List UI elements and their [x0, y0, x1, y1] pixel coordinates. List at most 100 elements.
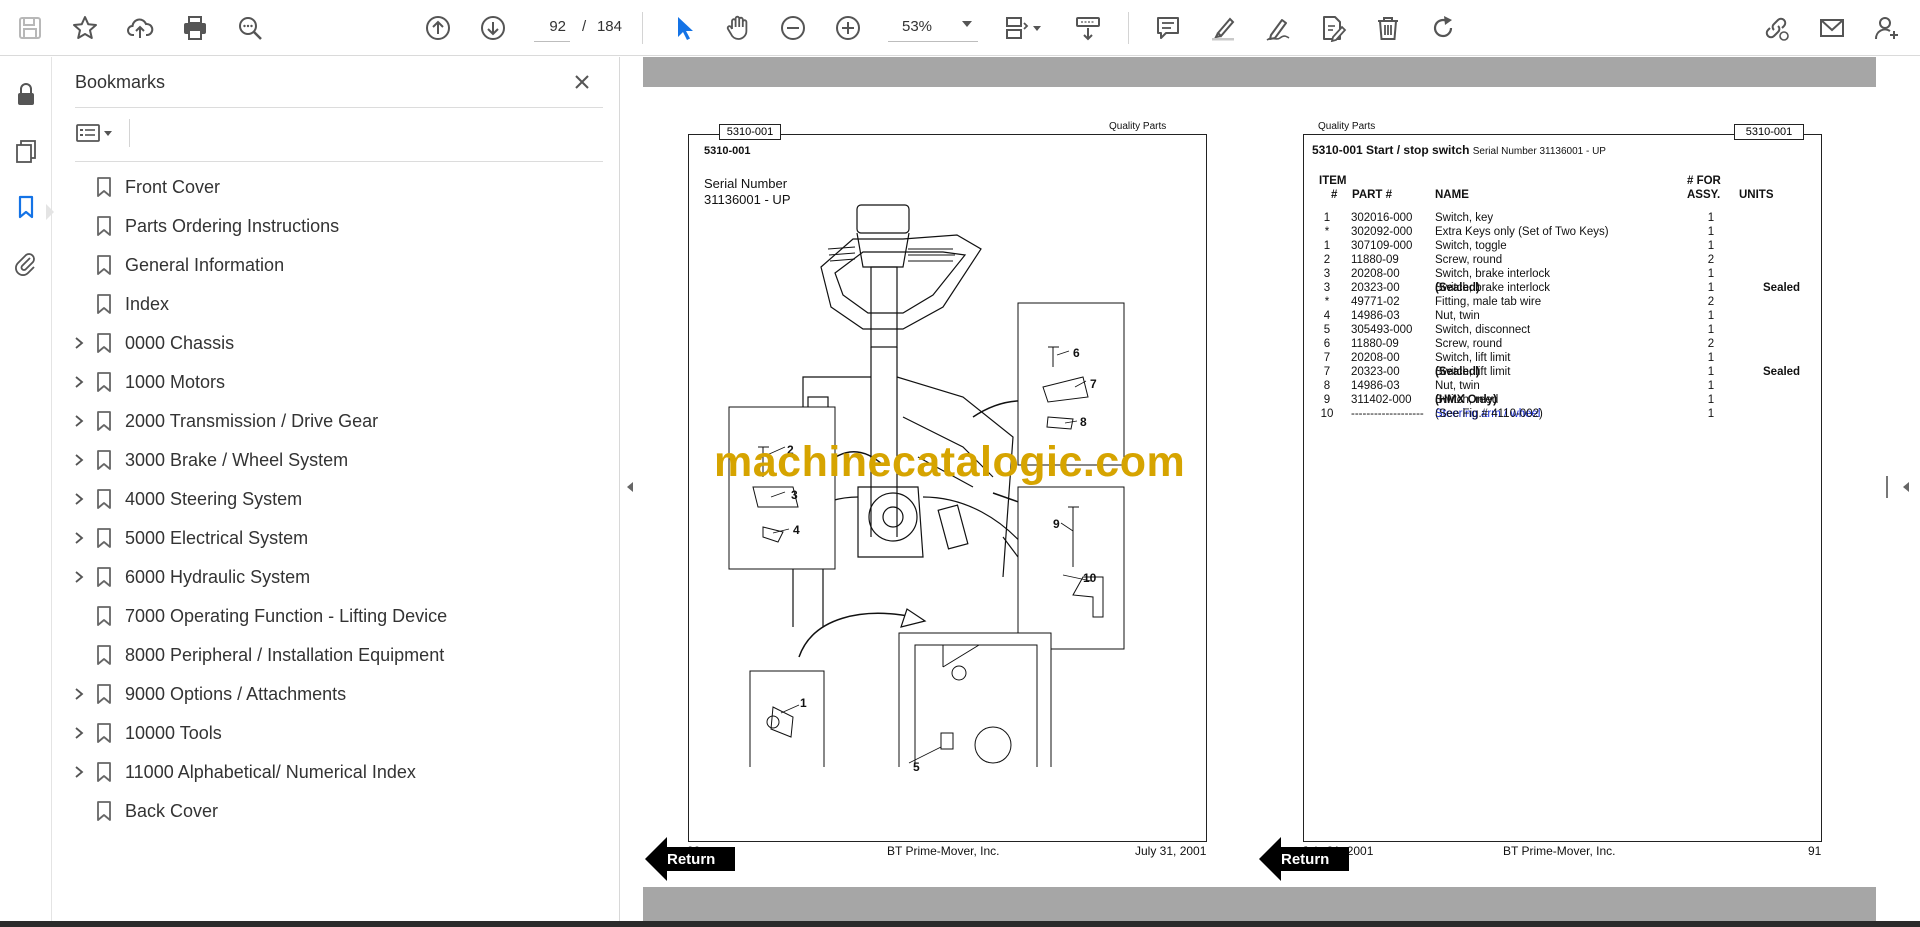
add-user-icon[interactable] [1869, 10, 1905, 46]
chevron-right-icon[interactable] [71, 335, 87, 351]
cell-quantity: 1 [1707, 324, 1715, 336]
bookmark-item[interactable]: 11000 Alphabetical/ Numerical Index [57, 752, 617, 791]
upload-cloud-icon[interactable] [122, 10, 158, 46]
cell-part-number: ------------------- [1351, 408, 1424, 420]
fit-dropdown-caret-icon[interactable] [1028, 10, 1046, 46]
collapse-left-panel-icon[interactable] [624, 478, 636, 496]
attachment-paperclip-icon[interactable] [8, 245, 44, 281]
chevron-right-icon[interactable] [71, 374, 87, 390]
chevron-right-icon[interactable] [71, 452, 87, 468]
cell-item: 2 [1323, 254, 1331, 266]
bookmark-item[interactable]: 3000 Brake / Wheel System [57, 440, 617, 479]
cell-item: 7 [1323, 352, 1331, 364]
highlighter-icon[interactable] [1205, 10, 1241, 46]
bookmark-item[interactable]: 2000 Transmission / Drive Gear [57, 401, 617, 440]
page-gap-bottom [643, 887, 1876, 922]
bookmark-options-button[interactable] [75, 117, 119, 149]
bookmark-icon [97, 294, 111, 314]
close-icon[interactable] [567, 67, 597, 97]
cell-quantity: 1 [1707, 366, 1715, 378]
bookmark-item[interactable]: 5000 Electrical System [57, 518, 617, 557]
bookmark-item[interactable]: 6000 Hydraulic System [57, 557, 617, 596]
cell-part-number: 11880-09 [1351, 338, 1399, 350]
toolbar: / 184 53% [0, 0, 1920, 56]
bookmark-panel-icon[interactable] [8, 189, 44, 225]
col-part: PART # [1352, 189, 1393, 201]
previous-page-icon[interactable] [420, 10, 456, 46]
right-panel-divider [1886, 476, 1888, 498]
delete-trash-icon[interactable] [1370, 10, 1406, 46]
save-icon[interactable] [12, 10, 48, 46]
col-qty-top: # FOR [1687, 175, 1721, 187]
bookmark-item[interactable]: 7000 Operating Function - Lifting Device [57, 596, 617, 635]
share-link-icon[interactable] [1758, 10, 1794, 46]
bookmark-item[interactable]: 1000 Motors [57, 362, 617, 401]
bookmark-item[interactable]: Front Cover [57, 167, 617, 206]
bookmark-label: Back Cover [125, 801, 219, 821]
lock-icon[interactable] [8, 77, 44, 113]
table-row: 5 305493-000 Switch, disconnect 1 [1313, 324, 1813, 338]
chevron-right-icon[interactable] [71, 569, 87, 585]
bookmark-item[interactable]: 4000 Steering System [57, 479, 617, 518]
table-row: 4 14986-03 Nut, twin 1 [1313, 310, 1813, 324]
zoom-out-icon[interactable] [775, 10, 811, 46]
comment-icon[interactable] [1150, 10, 1186, 46]
cell-part-number: 49771-02 [1351, 296, 1400, 308]
chevron-right-icon[interactable] [71, 686, 87, 702]
bookmark-item[interactable]: 10000 Tools [57, 713, 617, 752]
pdf-viewer-window: / 184 53% [0, 0, 1920, 927]
chevron-right-icon[interactable] [71, 413, 87, 429]
callout-5: 5 [913, 760, 920, 774]
bookmark-item[interactable]: 9000 Options / Attachments [57, 674, 617, 713]
hand-tool-icon[interactable] [720, 10, 756, 46]
search-zoom-icon[interactable] [232, 10, 268, 46]
bookmark-label: Front Cover [125, 177, 221, 197]
chevron-right-icon[interactable] [71, 725, 87, 741]
scroll-mode-icon[interactable] [1070, 10, 1106, 46]
bookmark-label: 4000 Steering System [125, 489, 303, 509]
figure-code-box: 5310-001 [1734, 124, 1804, 140]
draw-pen-icon[interactable] [1260, 10, 1296, 46]
bookmark-item[interactable]: 0000 Chassis [57, 323, 617, 362]
bookmark-item[interactable]: Parts Ordering Instructions [57, 206, 617, 245]
section-code: 5310-001 [704, 145, 751, 157]
cell-item: 9 [1323, 394, 1331, 406]
bookmark-item[interactable]: Index [57, 284, 617, 323]
zoom-in-icon[interactable] [830, 10, 866, 46]
cell-quantity: 2 [1707, 296, 1715, 308]
chevron-right-icon[interactable] [71, 530, 87, 546]
cell-item: 1 [1323, 240, 1331, 252]
cell-quantity: 2 [1707, 338, 1715, 350]
bookmark-item[interactable]: Back Cover [57, 791, 617, 830]
zoom-dropdown[interactable]: 53% [888, 12, 978, 42]
table-row: 6 11880-09 Screw, round 2 [1313, 338, 1813, 352]
document-viewport[interactable]: 5310-001 Quality Parts 5310-001 Serial N… [643, 57, 1876, 922]
rotate-icon[interactable] [1425, 10, 1461, 46]
print-icon[interactable] [177, 10, 213, 46]
callout-3: 3 [791, 488, 798, 502]
edit-text-icon[interactable] [1315, 10, 1351, 46]
next-page-icon[interactable] [475, 10, 511, 46]
cell-part-number: 311402-000 [1351, 394, 1412, 406]
cell-name: Switch, lift limit (Sealed) [1435, 366, 1510, 378]
bookmark-icon [97, 333, 111, 353]
chevron-right-icon[interactable] [71, 764, 87, 780]
page-number-input[interactable] [534, 12, 570, 42]
bookmark-item[interactable]: 8000 Peripheral / Installation Equipment [57, 635, 617, 674]
email-icon[interactable] [1814, 10, 1850, 46]
return-button[interactable]: Return [645, 837, 737, 881]
cell-part-number: 302092-000 [1351, 226, 1413, 238]
page-thumbnails-icon[interactable] [8, 133, 44, 169]
cell-quantity: 1 [1707, 282, 1715, 294]
return-button[interactable]: Return [1259, 837, 1351, 881]
cell-item: 10 [1320, 408, 1334, 420]
chevron-right-icon[interactable] [71, 491, 87, 507]
bookmark-label: 8000 Peripheral / Installation Equipment [125, 645, 445, 665]
bookmark-label: 11000 Alphabetical/ Numerical Index [125, 762, 416, 782]
callout-10: 10 [1083, 571, 1097, 585]
expand-right-panel-icon[interactable] [1900, 478, 1912, 496]
select-cursor-icon[interactable] [666, 10, 702, 46]
bookmark-item[interactable]: General Information [57, 245, 617, 284]
cell-name-text: Screw, round [1435, 338, 1503, 350]
star-icon[interactable] [67, 10, 103, 46]
